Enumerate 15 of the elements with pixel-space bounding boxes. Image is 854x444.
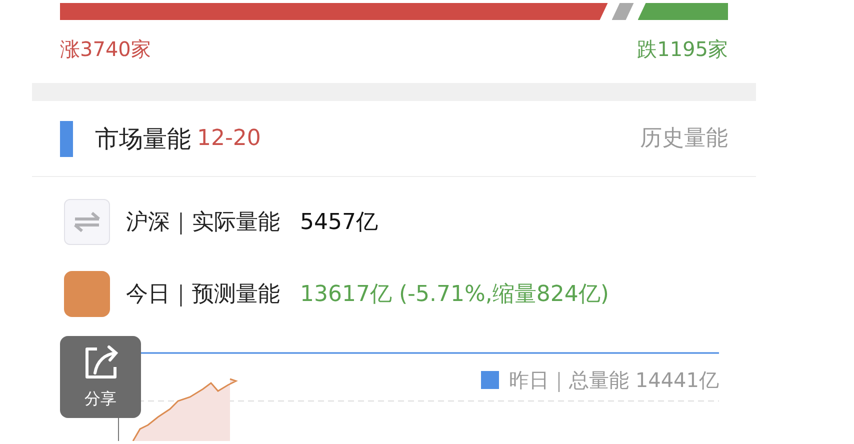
rise-count: 涨3740家 bbox=[60, 36, 151, 63]
section-title: 市场量能 bbox=[95, 124, 191, 154]
section-marker bbox=[60, 120, 73, 156]
row-value: 13617亿 (-5.71%,缩量824亿) bbox=[300, 280, 609, 308]
history-link[interactable]: 历史量能 bbox=[640, 122, 728, 155]
square-icon bbox=[64, 271, 110, 317]
section-date: 12-20 bbox=[197, 125, 261, 153]
legend-label: 昨日｜总量能 14441亿 bbox=[509, 367, 719, 394]
row-label: 今日｜预测量能 bbox=[126, 280, 280, 308]
swap-icon bbox=[64, 199, 110, 245]
fall-count: 跌1195家 bbox=[637, 36, 728, 63]
row-label: 沪深｜实际量能 bbox=[126, 208, 280, 236]
row-value: 5457亿 bbox=[300, 208, 378, 236]
share-button[interactable]: 分享 bbox=[60, 336, 141, 418]
legend-swatch bbox=[481, 371, 500, 389]
